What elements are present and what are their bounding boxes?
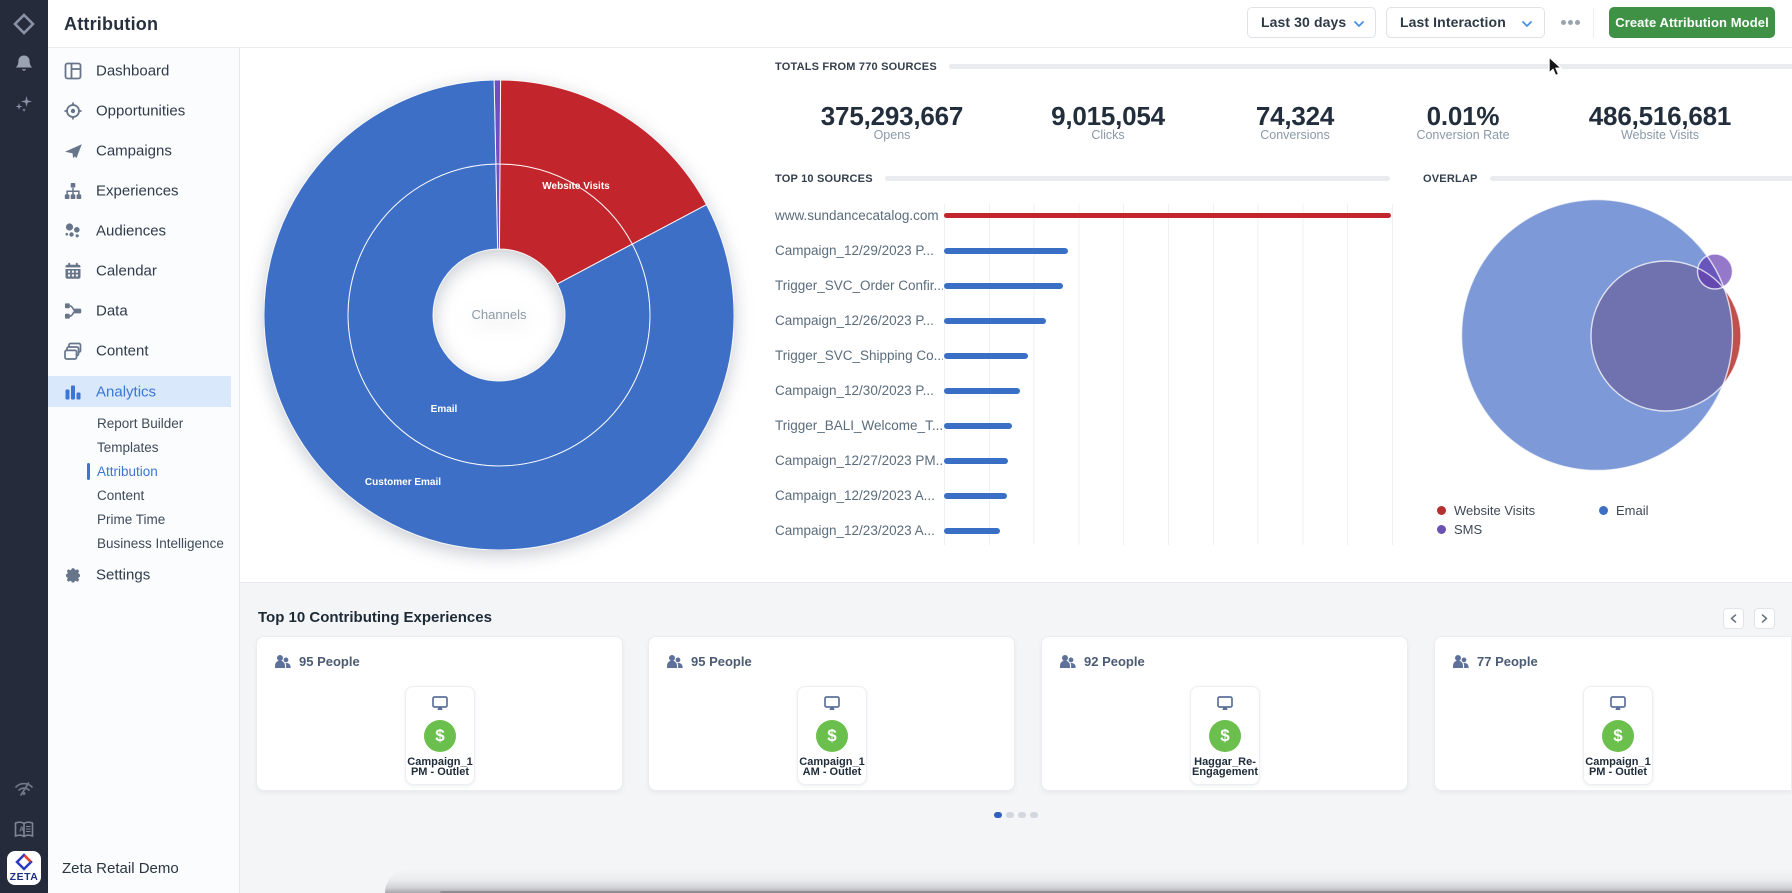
svg-text:Customer Email: Customer Email xyxy=(365,477,441,488)
svg-text:Email: Email xyxy=(431,404,458,415)
svg-text:ZETA: ZETA xyxy=(10,871,39,883)
svg-text:Website Visits: Website Visits xyxy=(542,181,610,192)
svg-text:Channels: Channels xyxy=(472,307,527,322)
svg-text:A: A xyxy=(19,827,24,834)
